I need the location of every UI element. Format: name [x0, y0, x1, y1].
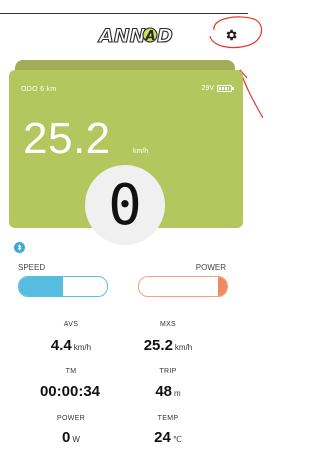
battery-icon — [217, 85, 234, 92]
power-gauge-fill — [218, 277, 227, 296]
stat-value-avs: 4.4 km/h — [50, 337, 92, 354]
current-speed: 25.2 — [23, 114, 111, 163]
svg-text:A: A — [145, 29, 156, 44]
stat-value-temp: 24 ℃ — [154, 429, 182, 446]
power-gauge — [138, 276, 228, 297]
gear-icon — [226, 29, 237, 41]
stat-label-avs: AVS — [63, 321, 79, 328]
stat-value-mxs: 25.2 km/h — [143, 337, 193, 354]
power-gauge-label: POWER — [195, 263, 226, 272]
stat-label-temp: TEMP — [157, 415, 179, 422]
brand-logo-art: ANN D A — [96, 24, 173, 47]
speed-unit: km/h — [133, 148, 149, 155]
battery-indicator: 29V — [201, 85, 234, 92]
stat-value-tm: 00:00:34 — [39, 383, 101, 400]
stat-label-trip: TRIP — [159, 368, 177, 375]
top-divider — [0, 13, 248, 14]
stat-label-mxs: MXS — [159, 321, 177, 328]
gear-indicator: 0 — [85, 165, 165, 245]
speed-gauge-label: SPEED — [18, 263, 46, 272]
settings-button[interactable] — [218, 22, 244, 48]
battery-voltage: 29V — [201, 85, 214, 92]
bluetooth-icon[interactable] — [14, 242, 25, 253]
brand-logo: ANN D A — [96, 20, 182, 50]
stat-label-power: POWER — [57, 415, 85, 422]
svg-text:ANN: ANN — [97, 25, 146, 47]
annotation-arrow — [239, 69, 263, 119]
stat-label-tm: TM — [65, 368, 77, 375]
speed-gauge-fill — [19, 277, 63, 296]
stat-value-trip: 48 m — [155, 383, 181, 400]
odometer-label: ODO 6 km — [21, 86, 57, 93]
speed-gauge — [18, 276, 108, 297]
stat-value-power: 0W — [62, 429, 80, 446]
svg-text:D: D — [157, 25, 173, 47]
